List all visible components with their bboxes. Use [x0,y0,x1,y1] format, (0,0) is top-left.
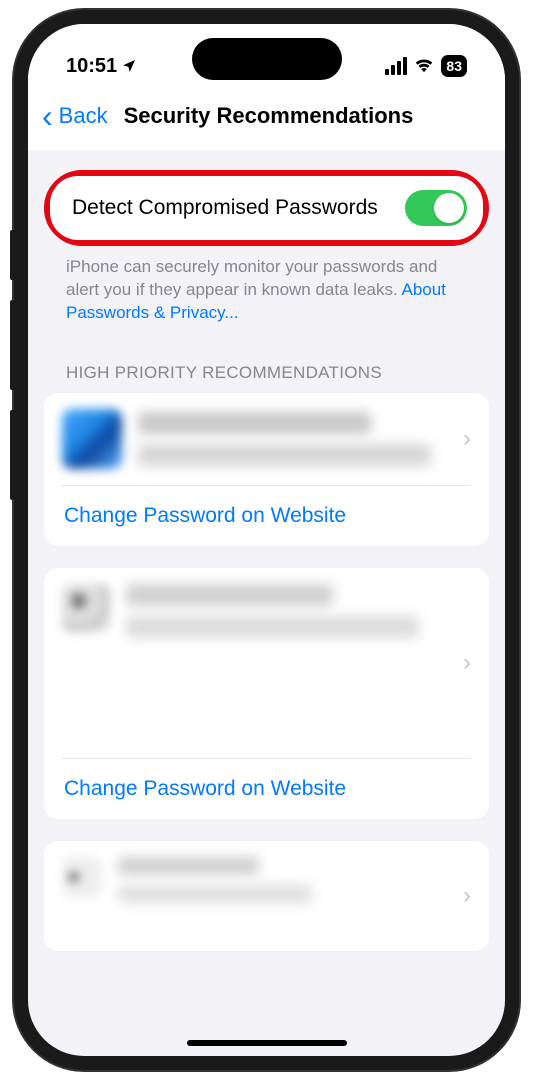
wifi-icon [413,55,435,78]
dynamic-island [192,38,342,80]
back-button[interactable]: Back [59,103,108,129]
content: Detect Compromised Passwords iPhone can … [28,150,505,951]
nav-bar: ‹ Back Security Recommendations [28,86,505,150]
blurred-content [126,584,471,638]
helper-text: iPhone can securely monitor your passwor… [44,246,489,325]
recommendation-card: › Change Password on Website [44,568,489,819]
chevron-right-icon: › [463,425,471,453]
recommendation-card: › [44,841,489,951]
location-icon [121,58,137,74]
helper-body: iPhone can securely monitor your passwor… [66,257,437,299]
chevron-right-icon: › [463,649,471,677]
detect-compromised-toggle[interactable] [405,190,467,226]
toggle-label: Detect Compromised Passwords [72,196,378,220]
screen: 10:51 83 ‹ Back Security Recommendations [28,24,505,1056]
time-label: 10:51 [66,55,117,78]
highlight-annotation: Detect Compromised Passwords [44,170,489,246]
recommendation-row[interactable]: › [44,393,489,485]
page-title: Security Recommendations [124,103,414,129]
recommendation-row[interactable]: › [44,568,489,758]
battery-icon: 83 [441,55,467,77]
back-chevron-icon[interactable]: ‹ [42,100,53,132]
section-header: HIGH PRIORITY RECOMMENDATIONS [44,325,489,393]
recommendation-card: › Change Password on Website [44,393,489,546]
cellular-icon [385,57,407,75]
status-icons: 83 [385,55,467,78]
site-favicon [62,584,110,632]
status-time: 10:51 [66,55,137,78]
detect-compromised-row[interactable]: Detect Compromised Passwords [50,176,483,240]
blurred-content [138,412,471,466]
chevron-right-icon: › [463,882,471,910]
blurred-content [118,857,471,903]
change-password-link[interactable]: Change Password on Website [44,759,489,819]
battery-level: 83 [446,58,462,74]
phone-frame: 10:51 83 ‹ Back Security Recommendations [14,10,519,1070]
home-indicator[interactable] [187,1040,347,1046]
change-password-link[interactable]: Change Password on Website [44,486,489,546]
site-favicon [62,409,122,469]
recommendation-row[interactable]: › [44,841,489,951]
site-favicon [62,857,102,897]
